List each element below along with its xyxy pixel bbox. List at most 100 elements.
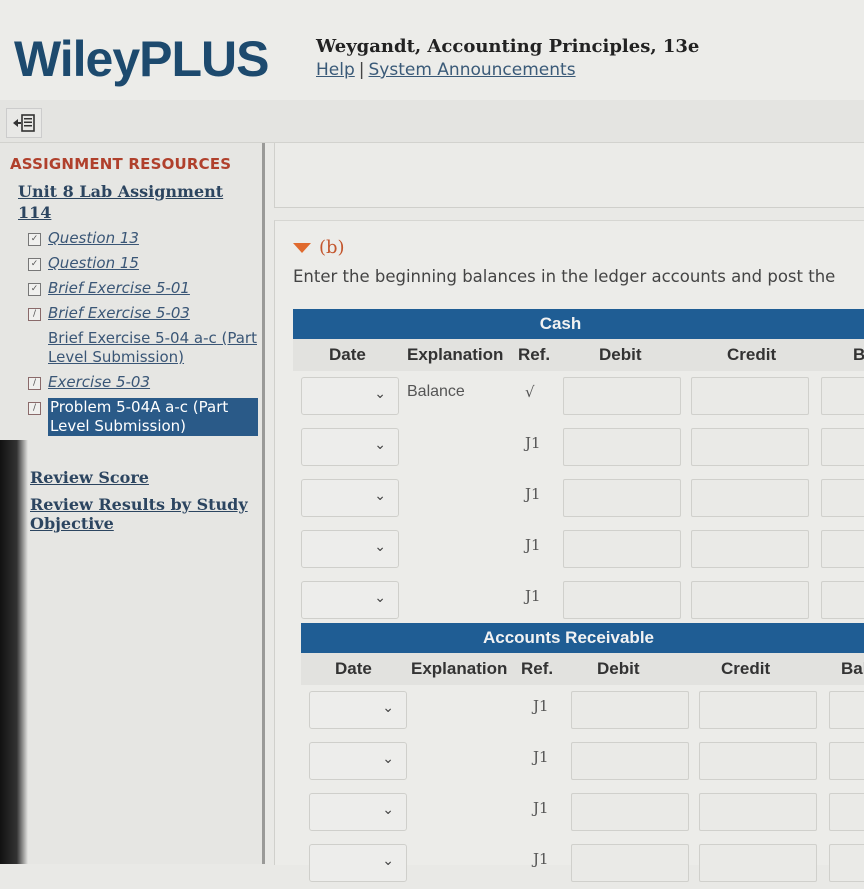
balance-input[interactable] (829, 742, 864, 780)
date-select[interactable]: ⌄ (309, 742, 407, 780)
debit-input[interactable] (563, 479, 681, 517)
debit-input[interactable] (563, 581, 681, 619)
balance-input[interactable] (821, 479, 864, 517)
credit-input[interactable] (699, 691, 817, 729)
credit-input[interactable] (699, 742, 817, 780)
part-label: (b) (319, 237, 345, 258)
credit-input[interactable] (691, 479, 809, 517)
balance-input[interactable] (829, 844, 864, 882)
question-link[interactable]: Question 13 (48, 229, 139, 248)
balance-input[interactable] (821, 530, 864, 568)
date-select[interactable]: ⌄ (301, 428, 399, 466)
expand-triangle-icon (293, 242, 311, 253)
ledger-title: Accounts Receivable (301, 623, 864, 653)
ledger-row: ⌄ J1 (293, 575, 864, 626)
question-link[interactable]: Brief Exercise 5-04 a-c (Part Level Subm… (48, 329, 258, 367)
date-select[interactable]: ⌄ (301, 581, 399, 619)
col-ref: Ref. (518, 345, 551, 364)
debit-input[interactable] (563, 530, 681, 568)
chevron-down-icon: ⌄ (382, 751, 394, 767)
balance-input[interactable] (829, 793, 864, 831)
collapse-sidebar-icon (13, 114, 35, 132)
chevron-down-icon: ⌄ (374, 437, 386, 453)
ref-text: J1 (533, 850, 549, 868)
question-link[interactable]: Question 15 (48, 254, 139, 273)
col-debit: Debit (599, 345, 642, 364)
question-item[interactable]: ✓ Question 13 (28, 229, 258, 248)
ledger-cash: Cash Date Explanation Ref. Debit Credit … (293, 309, 864, 626)
chevron-down-icon: ⌄ (374, 539, 386, 555)
debit-input[interactable] (563, 428, 681, 466)
debit-input[interactable] (571, 793, 689, 831)
col-date: Date (335, 659, 372, 678)
ref-text: √ (525, 383, 535, 401)
ref-text: J1 (533, 799, 549, 817)
balance-input[interactable] (821, 428, 864, 466)
review-score-link[interactable]: Review Score (30, 468, 255, 487)
credit-input[interactable] (699, 793, 817, 831)
edited-pencil-icon: / (28, 308, 41, 321)
balance-input[interactable] (821, 377, 864, 415)
chevron-down-icon: ⌄ (374, 386, 386, 402)
ledger-row: ⌄ J1 (301, 736, 864, 787)
credit-input[interactable] (691, 530, 809, 568)
col-balance: B (853, 345, 864, 364)
ledger-title: Cash (293, 309, 864, 339)
question-item[interactable]: Brief Exercise 5-04 a-c (Part Level Subm… (28, 329, 258, 367)
question-link[interactable]: Exercise 5-03 (48, 373, 150, 392)
question-item-selected[interactable]: / Problem 5-04A a-c (Part Level Submissi… (28, 398, 258, 436)
question-item[interactable]: ✓ Question 15 (28, 254, 258, 273)
date-select[interactable]: ⌄ (301, 377, 399, 415)
question-item[interactable]: / Exercise 5-03 (28, 373, 258, 392)
ledger-row: ⌄ J1 (301, 685, 864, 736)
ledger-row: ⌄ Balance √ (293, 371, 864, 422)
debit-input[interactable] (571, 742, 689, 780)
credit-input[interactable] (691, 428, 809, 466)
question-item[interactable]: ✓ Brief Exercise 5-01 (28, 279, 258, 298)
question-link[interactable]: Brief Exercise 5-03 (48, 304, 190, 323)
date-select[interactable]: ⌄ (301, 479, 399, 517)
system-announcements-link[interactable]: System Announcements (369, 60, 576, 80)
ref-text: J1 (525, 485, 541, 503)
chevron-down-icon: ⌄ (374, 488, 386, 504)
chevron-down-icon: ⌄ (382, 802, 394, 818)
date-select[interactable]: ⌄ (309, 793, 407, 831)
top-panel (274, 143, 864, 208)
debit-input[interactable] (571, 844, 689, 882)
link-separator: | (358, 60, 365, 80)
collapse-sidebar-button[interactable] (6, 108, 42, 138)
ledger-row: ⌄ J1 (293, 473, 864, 524)
credit-input[interactable] (691, 581, 809, 619)
column-headers: Date Explanation Ref. Debit Credit Bal (301, 653, 864, 685)
col-ref: Ref. (521, 659, 554, 678)
part-b-toggle[interactable]: (b) (293, 237, 345, 258)
question-link[interactable]: Brief Exercise 5-01 (48, 279, 190, 298)
date-select[interactable]: ⌄ (309, 844, 407, 882)
help-link[interactable]: Help (316, 60, 355, 80)
question-item[interactable]: / Brief Exercise 5-03 (28, 304, 258, 323)
header-links: Help | System Announcements (316, 60, 576, 80)
edited-pencil-icon: / (28, 402, 41, 415)
ledger-row: ⌄ J1 (293, 524, 864, 575)
question-link-current[interactable]: Problem 5-04A a-c (Part Level Submission… (48, 398, 258, 436)
review-results-link[interactable]: Review Results by Study Objective (30, 495, 255, 533)
date-select[interactable]: ⌄ (301, 530, 399, 568)
balance-input[interactable] (829, 691, 864, 729)
credit-input[interactable] (691, 377, 809, 415)
assignment-link[interactable]: Unit 8 Lab Assignment 114 (18, 181, 238, 223)
assignment-resources-heading: ASSIGNMENT RESOURCES (10, 155, 232, 173)
credit-input[interactable] (699, 844, 817, 882)
ref-text: J1 (525, 434, 541, 452)
ledger-row: ⌄ J1 (293, 422, 864, 473)
ledger-row: ⌄ J1 (301, 787, 864, 838)
col-explanation: Explanation (411, 659, 508, 678)
instructions-text: Enter the beginning balances in the ledg… (293, 267, 836, 286)
date-select[interactable]: ⌄ (309, 691, 407, 729)
debit-input[interactable] (571, 691, 689, 729)
balance-input[interactable] (821, 581, 864, 619)
question-list: ✓ Question 13 ✓ Question 15 ✓ Brief Exer… (28, 229, 258, 442)
chevron-down-icon: ⌄ (382, 853, 394, 869)
wileyplus-logo[interactable]: WileyPLUS (14, 30, 270, 88)
debit-input[interactable] (563, 377, 681, 415)
question-content: (b) Enter the beginning balances in the … (274, 220, 864, 882)
